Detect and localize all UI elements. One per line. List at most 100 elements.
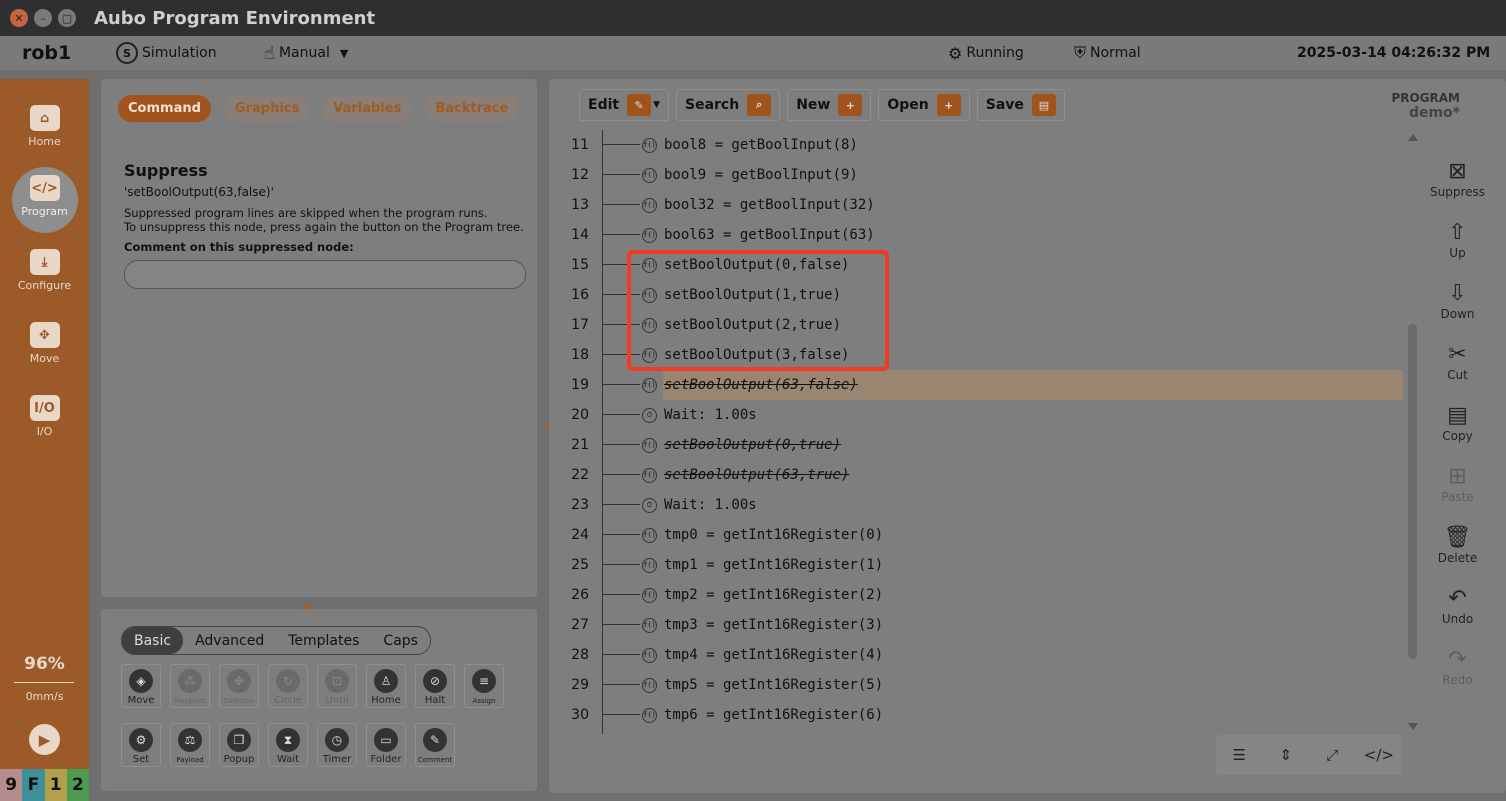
program-node[interactable]: 24 f() tmp0 = getInt16Register(0) xyxy=(549,520,1409,550)
save-button[interactable]: Save ▤ xyxy=(976,89,1065,121)
scroll-up-arrow[interactable] xyxy=(1408,134,1418,141)
annotation-highlight-box xyxy=(627,250,889,371)
speed-percent[interactable]: 96% xyxy=(0,654,89,674)
search-button[interactable]: Search ⌕ xyxy=(676,89,781,121)
fkey-f[interactable]: F xyxy=(22,769,45,801)
function-keys: 9 F 1 2 xyxy=(0,769,89,801)
nav-configure[interactable]: ⤓ Configure xyxy=(0,249,89,292)
palette-folder-button[interactable]: ▭ Folder xyxy=(366,723,406,767)
copy-button[interactable]: ▤ Copy xyxy=(1429,403,1486,443)
function-node-icon: f() xyxy=(642,707,657,723)
cut-button[interactable]: ✂ Cut xyxy=(1429,342,1486,382)
program-node[interactable]: 27 f() tmp3 = getInt16Register(3) xyxy=(549,610,1409,640)
program-node[interactable]: 25 f() tmp1 = getInt16Register(1) xyxy=(549,550,1409,580)
palette-home-button[interactable]: ♙ Home xyxy=(366,664,406,708)
palette-payload-button[interactable]: ⚖ Payload xyxy=(170,723,210,767)
tab-templates[interactable]: Templates xyxy=(276,627,371,654)
function-node-icon: f() xyxy=(642,437,657,453)
edit-button[interactable]: Edit ✎ ▼ xyxy=(579,89,669,121)
tab-backtrace[interactable]: Backtrace xyxy=(425,95,519,122)
program-scrollbar[interactable] xyxy=(1407,134,1419,730)
simulation-mode[interactable]: S Simulation xyxy=(116,42,217,64)
nav-program[interactable]: </> Program xyxy=(0,167,89,233)
minimize-window-icon[interactable]: – xyxy=(34,9,52,27)
tree-branch xyxy=(602,654,640,655)
palette-until-button[interactable]: ⊡ Until xyxy=(317,664,357,708)
delete-button[interactable]: 🗑 Delete xyxy=(1429,525,1486,565)
up-button[interactable]: ⇧ Up xyxy=(1429,220,1486,260)
program-node[interactable]: 13 f() bool32 = getBoolInput(32) xyxy=(549,190,1409,220)
trash-icon: 🗑 xyxy=(1443,525,1472,550)
paste-button[interactable]: ⊞ Paste xyxy=(1429,464,1486,504)
program-node[interactable]: 12 f() bool9 = getBoolInput(9) xyxy=(549,160,1409,190)
palette-waypoint-button[interactable]: ⁂ Waypoint xyxy=(170,664,210,708)
chevron-down-icon: ▼ xyxy=(339,46,349,60)
line-number: 11 xyxy=(571,137,589,153)
tab-advanced[interactable]: Advanced xyxy=(183,627,276,654)
fkey-2[interactable]: 2 xyxy=(66,769,89,801)
program-node[interactable]: 14 f() bool63 = getBoolInput(63) xyxy=(549,220,1409,250)
palette-popup-button[interactable]: ❐ Popup xyxy=(219,723,259,767)
program-node[interactable]: 28 f() tmp4 = getInt16Register(4) xyxy=(549,640,1409,670)
undo-button[interactable]: ↶ Undo xyxy=(1429,586,1486,626)
program-node[interactable]: 20 ⏱ Wait: 1.00s xyxy=(549,400,1409,430)
comment-input[interactable] xyxy=(124,260,526,289)
program-tree: 11 f() bool8 = getBoolInput(8) 12 f() bool9 =… xyxy=(549,130,1409,740)
nav-home[interactable]: ⌂ Home xyxy=(0,105,89,148)
program-node[interactable]: 29 f() tmp5 = getInt16Register(5) xyxy=(549,670,1409,700)
fkey-1[interactable]: 1 xyxy=(44,769,67,801)
line-number: 20 xyxy=(571,407,589,423)
code-view-icon[interactable]: </> xyxy=(1364,746,1394,764)
palette-move-button[interactable]: ◈ Move xyxy=(121,664,161,708)
tab-basic[interactable]: Basic xyxy=(122,627,184,654)
tree-branch xyxy=(602,234,640,235)
program-node[interactable]: 21 f() setBoolOutput(0,true) xyxy=(549,430,1409,460)
tree-branch xyxy=(602,204,640,205)
command-panel: Command Graphics Variables Backtrace Sup… xyxy=(101,79,537,597)
tree-branch xyxy=(602,714,640,715)
line-number: 29 xyxy=(571,677,589,693)
maximize-window-icon[interactable]: ▢ xyxy=(58,9,76,27)
collapse-all-icon[interactable]: ⇕ xyxy=(1271,746,1301,764)
new-button[interactable]: New + xyxy=(787,89,872,121)
tab-command[interactable]: Command xyxy=(118,95,211,122)
scroll-thumb[interactable] xyxy=(1408,324,1417,659)
play-button[interactable]: ▶ xyxy=(29,724,60,755)
folder-open-icon: + xyxy=(936,94,961,116)
palette-set-button[interactable]: ⚙ Set xyxy=(121,723,161,767)
program-node[interactable]: 23 ⏱ Wait: 1.00s xyxy=(549,490,1409,520)
redo-button[interactable]: ↷ Redo xyxy=(1429,647,1486,687)
close-window-icon[interactable]: ✕ xyxy=(10,9,28,27)
expand-icon[interactable]: ⤢ xyxy=(1317,746,1347,764)
tab-caps[interactable]: Caps xyxy=(371,627,430,654)
move-node-icon: ◈ xyxy=(129,669,153,693)
function-node-icon: f() xyxy=(642,587,657,603)
down-button[interactable]: ⇩ Down xyxy=(1429,281,1486,321)
line-number: 22 xyxy=(571,467,589,483)
tab-variables[interactable]: Variables xyxy=(323,95,412,122)
open-button[interactable]: Open + xyxy=(878,89,970,121)
program-node[interactable]: 22 f() setBoolOutput(63,true) xyxy=(549,460,1409,490)
nav-io[interactable]: I/O I/O xyxy=(0,395,89,438)
program-node[interactable]: 19 f() setBoolOutput(63,false) xyxy=(549,370,1409,400)
tab-graphics[interactable]: Graphics xyxy=(224,95,310,122)
fkey-9[interactable]: 9 xyxy=(0,769,23,801)
program-node[interactable]: 26 f() tmp2 = getInt16Register(2) xyxy=(549,580,1409,610)
control-mode-dropdown[interactable]: ☝ Manual ▼ xyxy=(264,43,348,64)
scroll-down-arrow[interactable] xyxy=(1408,723,1418,730)
sort-icon[interactable]: ☰ xyxy=(1224,746,1254,764)
palette-circle-button[interactable]: ↻ Circle xyxy=(268,664,308,708)
palette-comment-button[interactable]: ✎ Comment xyxy=(415,723,455,767)
program-node[interactable]: 11 f() bool8 = getBoolInput(8) xyxy=(549,130,1409,160)
node-text: setBoolOutput(0,true) xyxy=(664,437,842,453)
speed-value: 0mm/s xyxy=(25,690,64,703)
program-node[interactable]: 30 f() tmp6 = getInt16Register(6) xyxy=(549,700,1409,730)
palette-assign-button[interactable]: ≡ Assign xyxy=(464,664,504,708)
palette-wait-button[interactable]: ⧗ Wait xyxy=(268,723,308,767)
palette-halt-button[interactable]: ⊘ Halt xyxy=(415,664,455,708)
line-number: 25 xyxy=(571,557,589,573)
nav-move[interactable]: ✥ Move xyxy=(0,322,89,365)
suppress-button[interactable]: ⊠ Suppress xyxy=(1429,159,1486,199)
palette-direction-button[interactable]: ✥ Direction xyxy=(219,664,259,708)
palette-timer-button[interactable]: ◷ Timer xyxy=(317,723,357,767)
